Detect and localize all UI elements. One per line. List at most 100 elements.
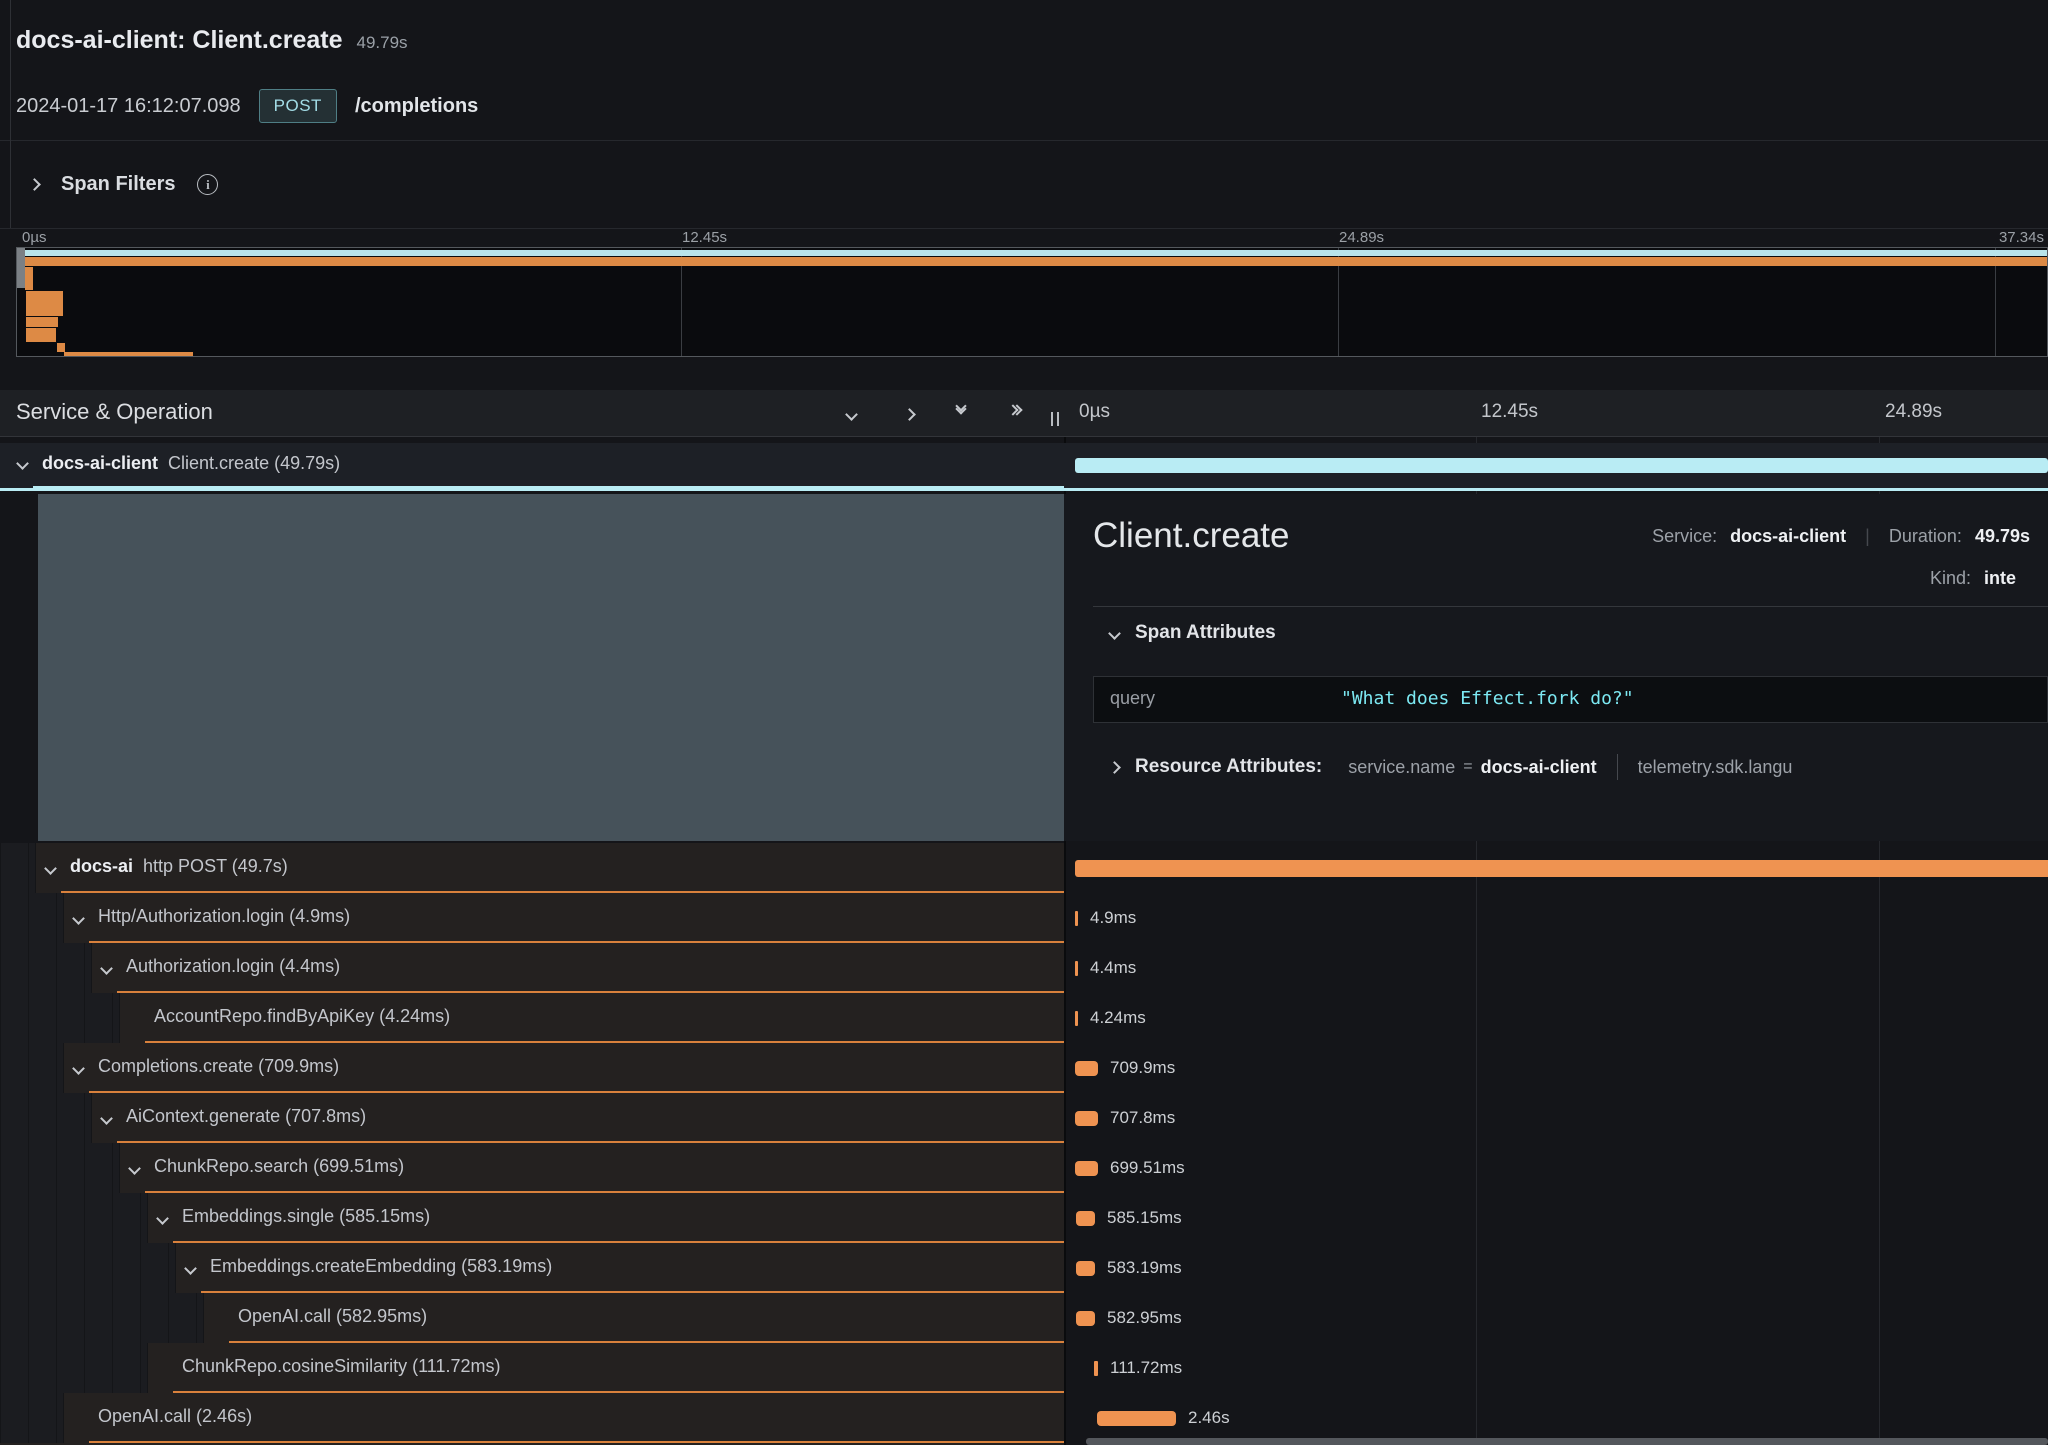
span-row[interactable]: Embeddings.createEmbedding (583.19ms) [0,1243,1064,1293]
span-duration-bar[interactable] [1097,1411,1176,1426]
span-duration-bar[interactable] [1075,1161,1098,1176]
span-row[interactable]: ChunkRepo.search (699.51ms) [0,1143,1064,1193]
span-timeline-row[interactable]: 699.51ms [1066,1143,2048,1193]
span-blob [26,328,56,342]
collapse-all-icon[interactable] [957,402,965,413]
span-row[interactable]: Http/Authorization.login (4.9ms) [0,893,1064,943]
span-duration-label: 585.15ms [1107,1208,1182,1228]
span-row[interactable]: OpenAI.call (2.46s) [0,1393,1064,1443]
trace-duration: 49.79s [356,33,407,52]
span-name-column: docs-aihttp POST (49.7s) Http/Authorizati… [0,843,1064,1445]
span-duration-bar[interactable] [1075,1011,1078,1026]
detail-meta-line: Service: docs-ai-client | Duration: 49.7… [1652,526,2030,547]
minimap-tick-label: 24.89s [1339,229,1384,246]
span-row[interactable]: OpenAI.call (582.95ms) [0,1293,1064,1343]
attribute-key: query [1110,688,1155,709]
span-timeline-column: 4.9ms4.4ms4.24ms709.9ms 707.8ms 699.51ms 58… [1066,843,2048,1445]
column-resize-handle[interactable] [1051,412,1059,426]
span-duration-bar[interactable] [1075,458,2048,473]
chevron-down-icon[interactable] [100,1112,113,1125]
chevron-down-icon[interactable] [100,962,113,975]
trace-table-header: Service & Operation 0µs 12.45s 24.89s [0,390,2048,437]
span-duration-bar[interactable] [1076,1311,1095,1326]
timeline-tick-label: 24.89s [1885,401,1942,423]
chevron-right-icon [1108,761,1121,774]
viewport-handle[interactable] [17,248,25,288]
span-row[interactable]: ChunkRepo.cosineSimilarity (111.72ms) [0,1343,1064,1393]
root-span-bar [25,250,2048,256]
service-label: Service: [1652,526,1717,546]
indent-guides [0,1243,176,1293]
span-timeline-row[interactable]: 2.46s [1066,1393,2048,1443]
resource-attributes-label: Resource Attributes: [1135,756,1322,778]
service-operation-column-title: Service & Operation [16,399,213,425]
span-duration-bar[interactable] [1076,1261,1095,1276]
chevron-down-icon[interactable] [72,912,85,925]
span-filters-toggle[interactable]: Span Filters i [0,141,2048,228]
trace-minimap[interactable] [16,247,2048,357]
span-duration-bar[interactable] [1094,1361,1098,1376]
resource-more: telemetry.sdk.langu [1638,757,1793,778]
span-duration-label: 707.8ms [1110,1108,1175,1128]
span-duration-label: 699.51ms [1110,1158,1185,1178]
indent-guides [0,1193,148,1243]
attribute-row: query "What does Effect.fork do?" [1093,676,2048,723]
span-timeline-row[interactable]: 4.4ms [1066,943,2048,993]
span-label: docs-aihttp POST (49.7s) [70,856,288,877]
span-row[interactable]: Completions.create (709.9ms) [0,1043,1064,1093]
span-timeline-row[interactable]: 582.95ms [1066,1293,2048,1343]
chevron-down-icon[interactable] [156,1212,169,1225]
span-blob [26,291,63,316]
span-duration-bar[interactable] [1076,1211,1095,1226]
span-duration-bar[interactable] [1075,1111,1098,1126]
span-timeline-row[interactable]: 585.15ms [1066,1193,2048,1243]
span-label: ChunkRepo.cosineSimilarity (111.72ms) [182,1356,500,1377]
span-timeline-row[interactable]: 111.72ms [1066,1343,2048,1393]
span-row[interactable]: AiContext.generate (707.8ms) [0,1093,1064,1143]
duration-label: Duration: [1889,526,1962,546]
chevron-down-icon[interactable] [16,457,29,470]
span-timeline-row[interactable]: 4.9ms [1066,893,2048,943]
span-timeline-row[interactable]: 707.8ms [1066,1093,2048,1143]
horizontal-scrollbar[interactable] [1086,1438,2048,1445]
span-row[interactable]: Authorization.login (4.4ms) [0,943,1064,993]
span-service-name: docs-ai-client [42,453,158,473]
span-row[interactable]: AccountRepo.findByApiKey (4.24ms) [0,993,1064,1043]
minimap-tick-label: 37.34s [1999,229,2044,246]
chevron-right-icon [28,178,41,191]
span-duration-bar[interactable] [1075,1061,1098,1076]
timeline-tick-label: 0µs [1079,401,1110,423]
collapse-one-icon[interactable] [847,406,856,424]
minimap-tick-label: 12.45s [682,229,727,246]
span-label: AccountRepo.findByApiKey (4.24ms) [154,1006,450,1027]
duration-value: 49.79s [1975,526,2030,546]
timeline-tick-label: 12.45s [1481,401,1538,423]
row-accent-border [89,1441,1064,1443]
meta-divider: | [1865,526,1870,546]
span-timeline-row[interactable]: 4.24ms [1066,993,2048,1043]
expand-all-icon[interactable] [1009,406,1021,414]
span-duration-label: 111.72ms [1110,1358,1182,1378]
span-duration-bar[interactable] [1075,911,1078,926]
indent-guides [0,993,120,1043]
indent-guides [0,1343,148,1393]
span-duration-label: 582.95ms [1107,1308,1182,1328]
chevron-down-icon[interactable] [184,1262,197,1275]
chevron-down-icon[interactable] [128,1162,141,1175]
span-row-root[interactable]: docs-ai-clientClient.create (49.79s) [0,443,2048,488]
span-row[interactable]: Embeddings.single (585.15ms) [0,1193,1064,1243]
span-duration-bar[interactable] [1075,860,2048,877]
span-timeline-row[interactable]: 583.19ms [1066,1243,2048,1293]
expand-one-icon[interactable] [905,406,914,424]
span-timeline-row[interactable]: 709.9ms [1066,1043,2048,1093]
span-attributes-toggle[interactable]: Span Attributes [1110,622,1276,644]
trace-timestamp: 2024-01-17 16:12:07.098 [16,95,241,118]
info-icon[interactable]: i [197,174,218,195]
span-timeline-row[interactable] [1066,843,2048,893]
span-row[interactable]: docs-aihttp POST (49.7s) [0,843,1064,893]
chevron-down-icon[interactable] [72,1062,85,1075]
chevron-down-icon[interactable] [44,862,57,875]
resource-attributes-toggle[interactable]: Resource Attributes: service.name = docs… [1110,754,1792,780]
span-duration-bar[interactable] [1075,961,1078,976]
indent-guides [0,893,64,943]
